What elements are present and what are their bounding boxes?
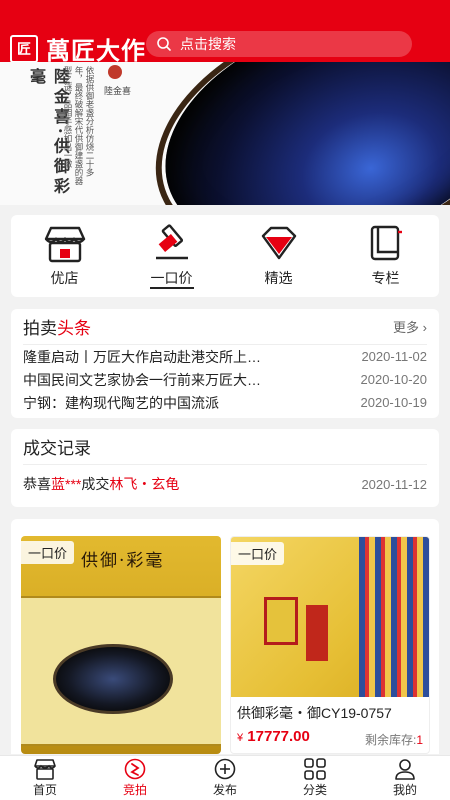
seal-icon (264, 597, 298, 645)
box-pattern (359, 537, 429, 697)
seal-icon (108, 65, 122, 79)
search-bar[interactable]: 点击搜索 (146, 31, 412, 57)
news-item-date: 2020-10-20 (360, 372, 428, 387)
fixed-price-tag: 一口价 (21, 541, 75, 564)
nav-column[interactable]: 专栏 (346, 224, 426, 288)
more-link[interactable]: 更多 › (393, 317, 427, 336)
book-icon (370, 225, 402, 261)
tab-home-label: 首页 (32, 783, 57, 797)
news-item-title: 中国民间文艺家协会一行前来万匠大… (23, 371, 261, 388)
nav-featured[interactable]: 精选 (239, 224, 319, 288)
nav-column-label: 专栏 (371, 270, 400, 286)
nav-featured-label: 精选 (264, 270, 293, 286)
tab-mine[interactable]: 我的 (360, 756, 450, 800)
deal-buyer: 蓝*** (51, 476, 82, 492)
nav-underline (149, 286, 194, 289)
deal-prefix: 恭喜 (23, 476, 51, 492)
nav-shop-label: 优店 (50, 270, 79, 286)
tea-bowl-image (134, 62, 450, 205)
diamond-icon (261, 226, 296, 260)
product-card[interactable]: 供御·彩毫 一口价 (21, 536, 221, 754)
app-header: 匠 萬匠大作 点击搜索 (0, 0, 450, 65)
more-label: 更多 (393, 320, 420, 335)
news-item[interactable]: 宁钢：建构现代陶艺的中国流派 2020-10-19 (23, 391, 427, 414)
shop-icon (44, 226, 85, 263)
news-title-prefix: 拍卖 (23, 319, 57, 338)
tab-category[interactable]: 分类 (270, 756, 360, 800)
tab-mine-label: 我的 (392, 783, 417, 797)
deal-item-name: 林飞・玄龟 (109, 476, 180, 492)
search-placeholder: 点击搜索 (180, 36, 236, 52)
news-item[interactable]: 隆重启动丨万匠大作启动赴港交所上… 2020-11-02 (23, 345, 427, 368)
brand-name: 萬匠大作 (46, 36, 146, 65)
deal-records: 成交记录 恭喜蓝***成交林飞・玄龟 2020-11-12 (11, 429, 439, 507)
news-item-title: 隆重启动丨万匠大作启动赴港交所上… (23, 348, 261, 365)
chevron-right-icon: › (422, 320, 427, 335)
news-item[interactable]: 中国民间文艺家协会一行前来万匠大… 2020-10-20 (23, 368, 427, 391)
search-icon (157, 37, 171, 51)
deal-date: 2020-11-12 (361, 476, 427, 492)
promo-banner[interactable]: 陸金喜·供御彩毫 依据供御老盏分析仿烧二十多年，最终破解宋代供御建盏的器型之谜，… (0, 62, 450, 205)
currency-symbol: ¥ (237, 732, 244, 744)
product-stock: 剩余库存:1 (365, 731, 423, 748)
tab-home[interactable]: 首页 (0, 756, 90, 800)
product-price: ¥ 17777.00 (237, 728, 310, 745)
tab-auction-label: 竞拍 (122, 783, 147, 797)
fixed-price-tag: 一口价 (231, 542, 285, 565)
quick-nav: 优店 一口价 精选 专栏 (11, 215, 439, 297)
product-image-text: 供御·彩毫 (81, 551, 165, 571)
home-icon (34, 759, 56, 780)
news-title-highlight: 头条 (57, 319, 91, 338)
stock-value: 1 (416, 733, 423, 747)
tab-publish[interactable]: 发布 (180, 756, 270, 800)
news-item-date: 2020-11-02 (361, 349, 427, 364)
product-card[interactable]: 一口价 供御彩毫・御CY19-0757 ¥ 17777.00 剩余库存:1 (230, 536, 430, 754)
gavel-icon (155, 223, 188, 259)
news-item-title: 宁钢：建构现代陶艺的中国流派 (23, 394, 219, 411)
tea-bowl-image (53, 644, 173, 714)
news-header: 拍卖头条 更多 › (23, 309, 427, 345)
news-title: 拍卖头条 (23, 314, 91, 339)
banner-description: 依据供御老盏分析仿烧二十多年，最终破解宋代供御建盏的器型之谜，品相手感如出一辙 (63, 66, 95, 185)
tab-publish-label: 发布 (212, 783, 237, 797)
user-icon (395, 759, 415, 780)
auction-news: 拍卖头条 更多 › 隆重启动丨万匠大作启动赴港交所上… 2020-11-02 中国… (11, 309, 439, 418)
auction-icon (124, 758, 146, 780)
stock-label: 剩余库存: (364, 733, 417, 747)
tab-auction[interactable]: 竞拍 (90, 756, 180, 800)
deal-title: 成交记录 (23, 429, 427, 465)
label-stamp (306, 605, 328, 661)
nav-shop[interactable]: 优店 (25, 224, 105, 288)
grid-icon (304, 758, 326, 780)
product-name: 供御彩毫・御CY19-0757 (237, 705, 392, 721)
banner-signature: 陸金喜 (104, 86, 132, 96)
deal-middle: 成交 (81, 476, 110, 492)
nav-fixed-price-label: 一口价 (150, 269, 193, 286)
logo-mark: 匠 (10, 34, 38, 63)
app-logo[interactable]: 匠 萬匠大作 (10, 31, 146, 66)
deal-text: 恭喜蓝***成交林飞・玄龟 (23, 474, 179, 494)
goods-grid: 供御·彩毫 一口价 一口价 供御彩毫・御CY19-0757 ¥ 17777.00… (11, 519, 439, 754)
bottom-tab-bar: 首页 竞拍 发布 分类 我的 (0, 755, 450, 800)
plus-circle-icon (214, 758, 236, 780)
nav-fixed-price[interactable]: 一口价 (132, 223, 212, 289)
news-item-date: 2020-10-19 (360, 395, 428, 410)
tab-category-label: 分类 (302, 783, 327, 797)
deal-item[interactable]: 恭喜蓝***成交林飞・玄龟 2020-11-12 (23, 465, 427, 503)
price-value: 17777.00 (247, 728, 310, 745)
